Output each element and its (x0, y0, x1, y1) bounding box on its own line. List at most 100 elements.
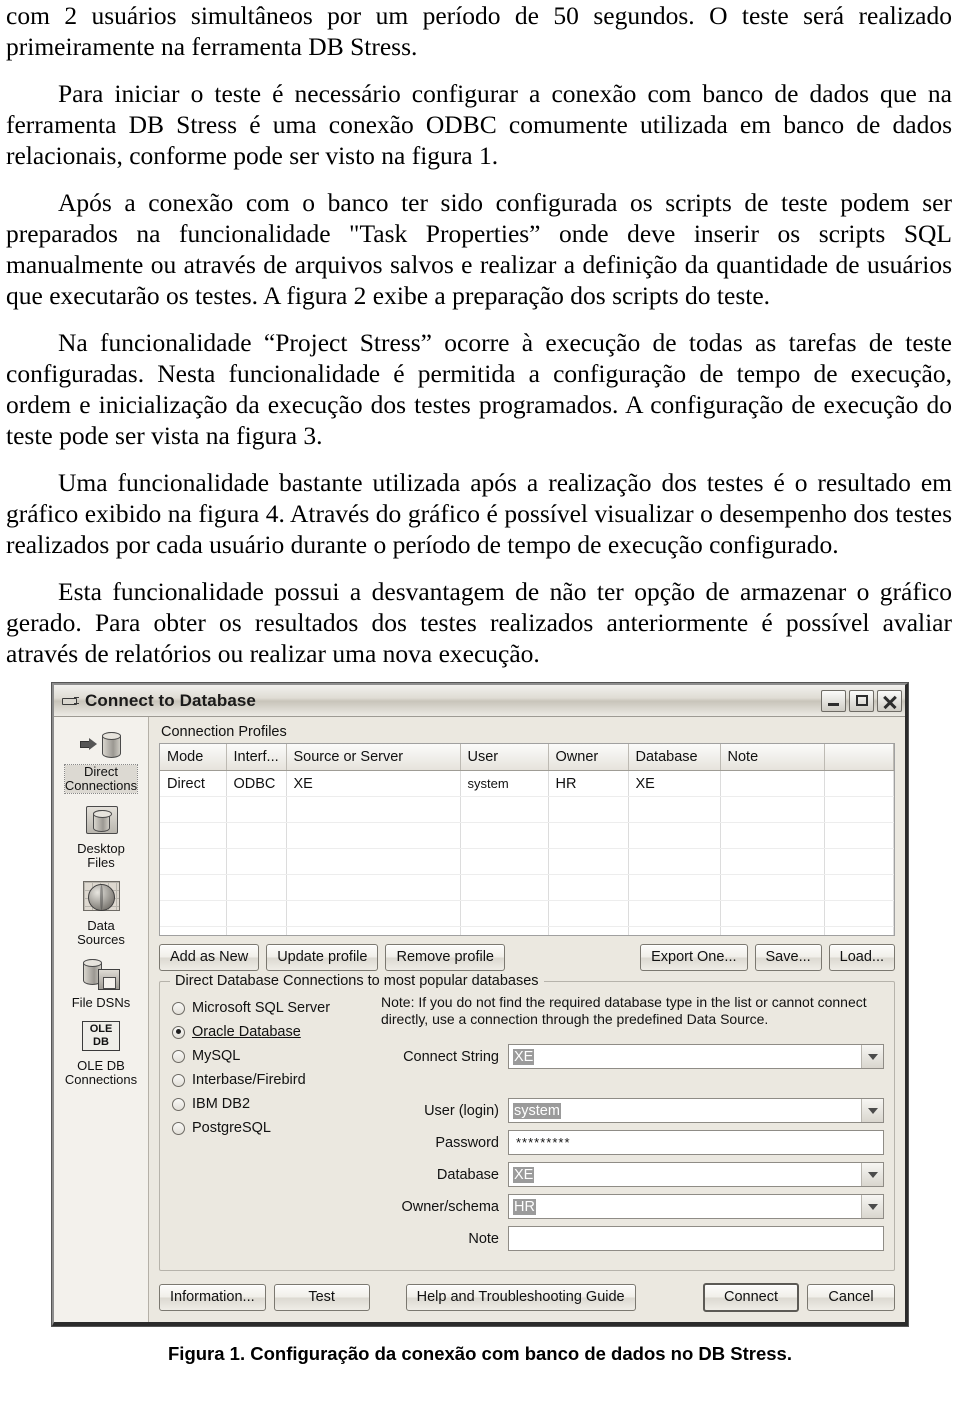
user-login-combobox[interactable]: system (508, 1098, 884, 1123)
column-header-blank[interactable] (824, 744, 894, 771)
figure-1: Connect to Database Direct Connections D… (0, 683, 960, 1365)
cell-source-or-server: XE (286, 770, 461, 797)
database-disk-icon (78, 956, 124, 994)
radio-interbase-firebird[interactable]: Interbase/Firebird (172, 1068, 377, 1092)
owner-schema-value[interactable]: HR (509, 1195, 861, 1218)
column-header-mode[interactable]: Mode (160, 744, 227, 771)
chevron-down-icon[interactable] (861, 1195, 883, 1218)
cell-empty (628, 822, 721, 849)
ole-db-icon: OLE DB (78, 1019, 124, 1057)
cell-empty (286, 900, 461, 927)
sidebar-item-desktop-files[interactable]: Desktop Files (54, 802, 148, 870)
connect-string-combobox[interactable]: XE (508, 1044, 884, 1069)
cell-interface: ODBC (226, 770, 287, 797)
owner-schema-combobox[interactable]: HR (508, 1194, 884, 1219)
connect-button[interactable]: Connect (703, 1283, 799, 1312)
database-type-radio-group: Microsoft SQL Server Oracle Database MyS… (172, 994, 377, 1258)
minimize-button[interactable] (821, 689, 846, 712)
cell-empty (824, 900, 894, 927)
cell-empty (460, 796, 549, 823)
database-combobox[interactable]: XE (508, 1162, 884, 1187)
chevron-down-icon[interactable] (861, 1099, 883, 1122)
database-value[interactable]: XE (509, 1163, 861, 1186)
cell-empty (226, 848, 287, 875)
table-row-empty[interactable] (160, 900, 894, 927)
sidebar: Direct Connections Desktop Files Data So… (54, 717, 149, 1322)
cell-empty (226, 796, 287, 823)
radio-postgresql[interactable]: PostgreSQL (172, 1116, 377, 1140)
direct-connections-groupbox: Direct Database Connections to most popu… (159, 973, 895, 1271)
table-row-empty[interactable] (160, 848, 894, 875)
radio-oracle-database[interactable]: Oracle Database (172, 1020, 377, 1044)
radio-label: Oracle Database (192, 1024, 301, 1040)
cell-empty (160, 848, 227, 875)
label-note: Note (468, 1230, 499, 1247)
cell-empty (628, 848, 721, 875)
table-row-empty[interactable] (160, 926, 894, 935)
table-row[interactable]: Direct ODBC XE system HR XE (160, 770, 894, 797)
column-header-source-or-server[interactable]: Source or Server (286, 744, 461, 771)
sidebar-item-ole-db-connections[interactable]: OLE DB OLE DB Connections (54, 1019, 148, 1087)
chevron-down-icon[interactable] (861, 1163, 883, 1186)
connect-to-database-dialog: Connect to Database Direct Connections D… (52, 683, 908, 1326)
sidebar-item-data-sources[interactable]: Data Sources (54, 879, 148, 947)
cell-database: XE (628, 770, 721, 797)
radio-mysql[interactable]: MySQL (172, 1044, 377, 1068)
update-profile-button[interactable]: Update profile (266, 944, 379, 971)
cell-empty (628, 900, 721, 927)
remove-profile-button[interactable]: Remove profile (385, 944, 505, 971)
chevron-down-icon[interactable] (861, 1045, 883, 1068)
cell-empty (160, 900, 227, 927)
close-button[interactable] (877, 689, 902, 712)
cell-empty (548, 822, 629, 849)
user-login-value[interactable]: system (509, 1099, 861, 1122)
column-header-interface[interactable]: Interf... (226, 744, 287, 771)
cell-empty (160, 926, 227, 935)
note-input[interactable] (508, 1226, 884, 1251)
owner-schema-text: HR (513, 1198, 536, 1215)
radio-microsoft-sql-server[interactable]: Microsoft SQL Server (172, 996, 377, 1020)
note-value[interactable] (509, 1227, 883, 1250)
direct-connection-icon (78, 725, 124, 763)
connect-string-value[interactable]: XE (509, 1045, 861, 1068)
save-button[interactable]: Save... (754, 944, 822, 971)
sidebar-label-data-sources: Data Sources (77, 918, 125, 947)
radio-ibm-db2[interactable]: IBM DB2 (172, 1092, 377, 1116)
maximize-button[interactable] (849, 689, 874, 712)
radio-label: Microsoft SQL Server (192, 1000, 331, 1016)
connection-profiles-grid[interactable]: Mode Interf... Source or Server User Own… (159, 743, 895, 936)
paragraph-2: Para iniciar o teste é necessário config… (6, 79, 952, 170)
table-row-empty[interactable] (160, 822, 894, 849)
field-owner-schema: Owner/schema HR (381, 1194, 884, 1219)
cell-empty (824, 796, 894, 823)
password-value[interactable]: ********* (509, 1131, 883, 1154)
cell-empty (460, 848, 549, 875)
export-one-button[interactable]: Export One... (640, 944, 748, 971)
column-header-database[interactable]: Database (628, 744, 721, 771)
help-and-troubleshooting-guide-button[interactable]: Help and Troubleshooting Guide (405, 1284, 636, 1311)
table-row-empty[interactable] (160, 796, 894, 823)
profile-actions-row: Add as New Update profile Remove profile… (159, 944, 895, 971)
cell-empty (226, 926, 287, 935)
information-button[interactable]: Information... (159, 1284, 266, 1311)
test-button[interactable]: Test (273, 1284, 370, 1311)
maximize-icon (856, 694, 868, 706)
sidebar-item-direct-connections[interactable]: Direct Connections (54, 725, 148, 794)
note-text: Note: If you do not find the required da… (381, 994, 867, 1027)
load-button[interactable]: Load... (828, 944, 895, 971)
radio-label: MySQL (192, 1048, 241, 1064)
profiles-table: Mode Interf... Source or Server User Own… (160, 744, 894, 935)
cell-empty (548, 874, 629, 901)
add-as-new-button[interactable]: Add as New (159, 944, 260, 971)
cancel-button[interactable]: Cancel (807, 1284, 895, 1311)
sidebar-item-file-dsns[interactable]: File DSNs (54, 956, 148, 1010)
column-header-owner[interactable]: Owner (548, 744, 629, 771)
table-row-empty[interactable] (160, 874, 894, 901)
password-input[interactable]: ********* (508, 1130, 884, 1155)
dialog-titlebar[interactable]: Connect to Database (54, 685, 905, 717)
column-header-note[interactable]: Note (720, 744, 825, 771)
connect-string-text: XE (513, 1048, 535, 1065)
column-header-user[interactable]: User (460, 744, 549, 771)
document-body: com 2 usuários simultâneos por um períod… (0, 0, 960, 669)
cell-empty (720, 900, 825, 927)
